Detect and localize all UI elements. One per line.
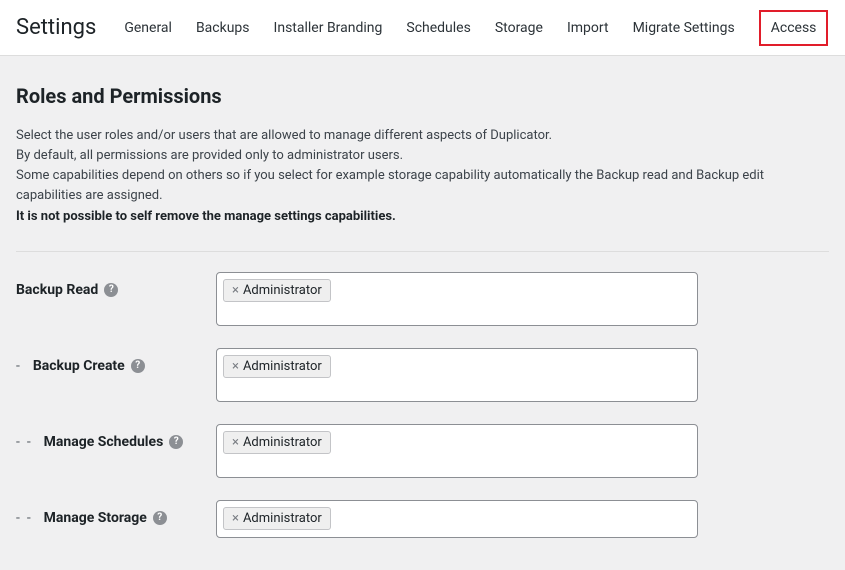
label-text: Backup Create [33,358,125,374]
tag-administrator: × Administrator [223,355,331,378]
row-manage-storage: - - Manage Storage ? × Administrator [16,500,829,538]
label-backup-read: Backup Read ? [16,272,216,298]
section-description: Select the user roles and/or users that … [16,126,829,227]
desc-line-2: By default, all permissions are provided… [16,146,829,166]
remove-tag-icon[interactable]: × [232,284,239,297]
tab-general[interactable]: General [124,16,172,40]
help-icon[interactable]: ? [104,283,118,297]
tab-migrate-settings[interactable]: Migrate Settings [633,16,735,40]
label-backup-create: - Backup Create ? [16,348,216,374]
tag-label: Administrator [243,283,322,298]
tag-administrator: × Administrator [223,431,331,454]
tab-access[interactable]: Access [759,10,829,46]
select-manage-storage[interactable]: × Administrator [216,500,698,538]
label-text: Backup Read [16,282,98,298]
page-title: Settings [16,15,96,40]
select-manage-schedules[interactable]: × Administrator [216,424,698,478]
tag-label: Administrator [243,511,322,526]
tab-import[interactable]: Import [567,16,609,40]
content-area: Roles and Permissions Select the user ro… [0,56,845,570]
remove-tag-icon[interactable]: × [232,512,239,525]
top-nav: Settings General Backups Installer Brand… [0,0,845,56]
desc-line-1: Select the user roles and/or users that … [16,126,829,146]
select-backup-read[interactable]: × Administrator [216,272,698,326]
tabs-container: General Backups Installer Branding Sched… [124,0,829,55]
label-manage-schedules: - - Manage Schedules ? [16,424,216,450]
row-manage-schedules: - - Manage Schedules ? × Administrator [16,424,829,478]
row-backup-create: - Backup Create ? × Administrator [16,348,829,402]
tab-schedules[interactable]: Schedules [406,16,470,40]
indent-dash: - [16,358,27,374]
help-icon[interactable]: ? [169,435,183,449]
section-heading: Roles and Permissions [16,84,829,108]
tag-label: Administrator [243,359,322,374]
help-icon[interactable]: ? [131,359,145,373]
tag-administrator: × Administrator [223,279,331,302]
label-manage-storage: - - Manage Storage ? [16,500,216,526]
row-backup-read: Backup Read ? × Administrator [16,272,829,326]
tag-label: Administrator [243,435,322,450]
tab-installer-branding[interactable]: Installer Branding [274,16,383,40]
desc-line-4: It is not possible to self remove the ma… [16,207,829,227]
indent-dash: - - [16,510,38,526]
help-icon[interactable]: ? [153,511,167,525]
indent-dash: - - [16,434,38,450]
tab-backups[interactable]: Backups [196,16,250,40]
remove-tag-icon[interactable]: × [232,436,239,449]
tab-storage[interactable]: Storage [495,16,543,40]
label-text: Manage Schedules [44,434,164,450]
select-backup-create[interactable]: × Administrator [216,348,698,402]
desc-line-3: Some capabilities depend on others so if… [16,166,829,206]
tag-administrator: × Administrator [223,507,331,530]
remove-tag-icon[interactable]: × [232,360,239,373]
divider [16,251,829,252]
label-text: Manage Storage [44,510,147,526]
